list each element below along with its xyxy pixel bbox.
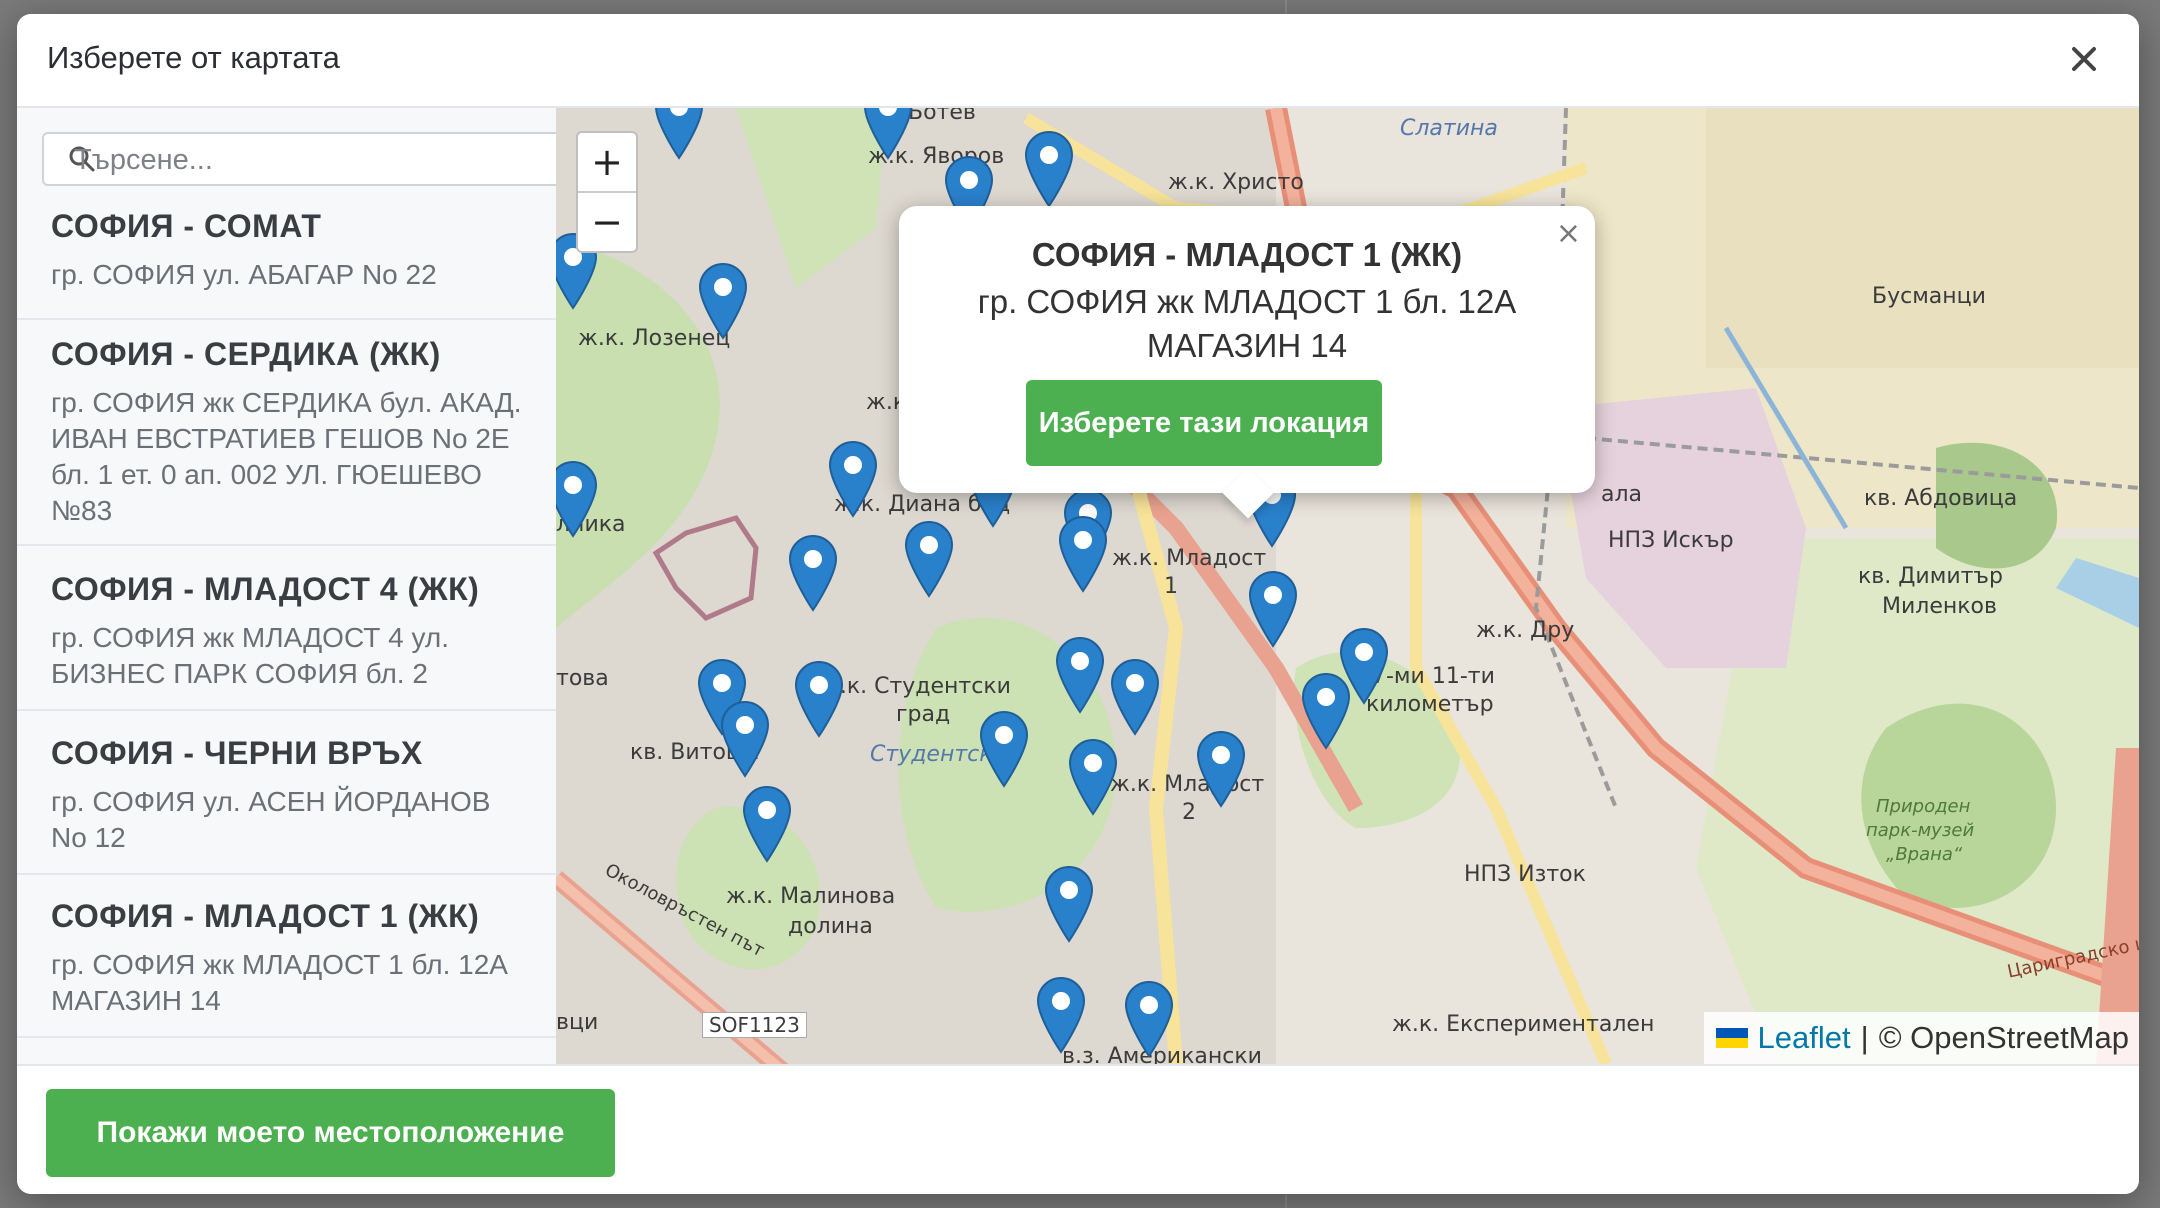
popup-close-button[interactable]: × — [1556, 216, 1581, 251]
map-label: SOF1123 — [702, 1012, 807, 1038]
map-marker-icon[interactable] — [1122, 978, 1176, 1058]
modal-footer: Покажи моето местоположение — [17, 1064, 2139, 1194]
map-marker-icon[interactable] — [1034, 974, 1088, 1054]
location-name: СОФИЯ - СОМАТ — [51, 208, 322, 244]
zoom-out-button[interactable]: − — [578, 191, 636, 251]
map-label: парк-музей — [1866, 820, 1975, 841]
osm-attribution: © OpenStreetMap — [1878, 1020, 2129, 1055]
map-marker-icon[interactable] — [740, 783, 794, 863]
map-marker-icon[interactable] — [1056, 513, 1110, 593]
location-address: гр. СОФИЯ ул. АБАГАР No 22 — [51, 259, 437, 290]
map-label: кв. Димитър — [1858, 564, 2003, 589]
map-label: кв. Абдовица — [1864, 486, 2018, 511]
map-marker-icon[interactable] — [1194, 728, 1248, 808]
map-label: Слатина — [1400, 116, 1498, 141]
map-view[interactable]: Ботев Слатина ж.к. Яворов ж.к. Христо ж.… — [556, 108, 2139, 1064]
location-name: СОФИЯ - МЛАДОСТ 4 (ЖК) — [51, 571, 480, 607]
map-label: ж.к. Експериментален — [1392, 1012, 1655, 1037]
list-item[interactable]: СОФИЯ - МЛАДОСТ 4 (ЖК) гр. СОФИЯ жк МЛАД… — [17, 571, 556, 711]
search-box[interactable] — [42, 132, 556, 186]
map-picker-modal: Изберете от картата СОФИЯ - СОМАТ гр. СО… — [17, 14, 2139, 1194]
attribution-separator: | — [1860, 1020, 1869, 1055]
zoom-in-button[interactable]: + — [578, 133, 636, 191]
list-item[interactable]: СОФИЯ - ЧЕРНИ ВРЪХ гр. СОФИЯ ул. АСЕН ЙО… — [17, 735, 556, 875]
map-marker-icon[interactable] — [977, 708, 1031, 788]
location-address: гр. СОФИЯ жк СЕРДИКА бул. АКАД. ИВАН ЕВС… — [51, 387, 522, 526]
location-address: гр. СОФИЯ ул. АСЕН ЙОРДАНОВ No 12 — [51, 786, 491, 853]
map-marker-icon[interactable] — [1042, 863, 1096, 943]
select-location-button[interactable]: Изберете тази локация — [1026, 380, 1382, 466]
map-label: ж.к. Младост — [1112, 546, 1267, 571]
list-item[interactable]: СОФИЯ - МЛАДОСТ 1 (ЖК) гр. СОФИЯ жк МЛАД… — [17, 898, 556, 1038]
location-name: СОФИЯ - СЕРДИКА (ЖК) — [51, 336, 441, 372]
map-label: ж.к. Малинова — [726, 884, 896, 909]
map-marker-icon[interactable] — [652, 108, 706, 160]
map-label: долина — [788, 914, 873, 939]
close-button[interactable] — [2061, 36, 2107, 82]
map-label: ж.к. Дру — [1476, 618, 1575, 643]
map-label: ала — [1601, 482, 1643, 507]
map-marker-icon[interactable] — [1053, 634, 1107, 714]
map-label: Бусманци — [1872, 284, 1986, 309]
map-marker-icon[interactable] — [786, 532, 840, 612]
zoom-control: + − — [576, 131, 638, 253]
list-item[interactable]: СОФИЯ - СЕРДИКА (ЖК) гр. СОФИЯ жк СЕРДИК… — [17, 336, 556, 546]
location-popup: × СОФИЯ - МЛАДОСТ 1 (ЖК) гр. СОФИЯ жк МЛ… — [899, 206, 1595, 519]
map-label: това — [556, 666, 609, 691]
modal-body: СОФИЯ - СОМАТ гр. СОФИЯ ул. АБАГАР No 22… — [17, 108, 2139, 1064]
location-list-panel: СОФИЯ - СОМАТ гр. СОФИЯ ул. АБАГАР No 22… — [17, 108, 558, 1064]
search-input[interactable] — [72, 134, 556, 186]
map-label: ж.к. Студентски — [820, 674, 1011, 699]
map-marker-icon[interactable] — [696, 260, 750, 340]
map-marker-icon[interactable] — [1337, 625, 1391, 705]
ukraine-flag-icon — [1715, 1028, 1748, 1048]
map-label: НПЗ Изток — [1464, 862, 1586, 887]
map-label: Природен — [1876, 796, 1971, 817]
map-marker-icon[interactable] — [902, 518, 956, 598]
map-attribution: Leaflet | © OpenStreetMap — [1703, 1012, 2139, 1064]
map-marker-icon[interactable] — [1022, 128, 1076, 208]
map-label: Миленков — [1882, 594, 1997, 619]
map-label: „Врана“ — [1886, 844, 1963, 865]
map-marker-icon[interactable] — [1108, 656, 1162, 736]
modal-title: Изберете от картата — [47, 40, 340, 75]
modal-header: Изберете от картата — [17, 14, 2139, 108]
show-my-location-button[interactable]: Покажи моето местоположение — [46, 1089, 615, 1177]
location-name: СОФИЯ - ЧЕРНИ ВРЪХ — [51, 735, 423, 771]
map-marker-icon[interactable] — [792, 658, 846, 738]
leaflet-link[interactable]: Leaflet — [1758, 1020, 1851, 1056]
map-label: 1 — [1164, 574, 1178, 599]
map-marker-icon[interactable] — [861, 108, 915, 160]
location-address: гр. СОФИЯ жк МЛАДОСТ 4 ул. БИЗНЕС ПАРК С… — [51, 622, 449, 689]
location-address: гр. СОФИЯ жк МЛАДОСТ 1 бл. 12А МАГАЗИН 1… — [51, 949, 508, 1016]
map-label: град — [896, 702, 951, 727]
popup-location-name: СОФИЯ - МЛАДОСТ 1 (ЖК) — [1031, 236, 1463, 273]
map-marker-icon[interactable] — [1066, 736, 1120, 816]
map-label: ж.к. Христо — [1168, 170, 1304, 195]
map-label: Ботев — [908, 108, 976, 125]
location-name: СОФИЯ - МЛАДОСТ 1 (ЖК) — [51, 898, 480, 934]
map-marker-icon[interactable] — [556, 458, 600, 538]
map-marker-icon[interactable] — [826, 438, 880, 518]
list-item[interactable]: СОФИЯ - СОМАТ гр. СОФИЯ ул. АБАГАР No 22 — [17, 208, 556, 320]
popup-location-address: гр. СОФИЯ жк МЛАДОСТ 1 бл. 12А МАГАЗИН 1… — [977, 283, 1517, 364]
map-marker-icon[interactable] — [718, 698, 772, 778]
map-label: вци — [556, 1010, 599, 1035]
close-icon — [2072, 47, 2096, 71]
map-marker-icon[interactable] — [1246, 568, 1300, 648]
map-label: НПЗ Искър — [1608, 528, 1734, 553]
